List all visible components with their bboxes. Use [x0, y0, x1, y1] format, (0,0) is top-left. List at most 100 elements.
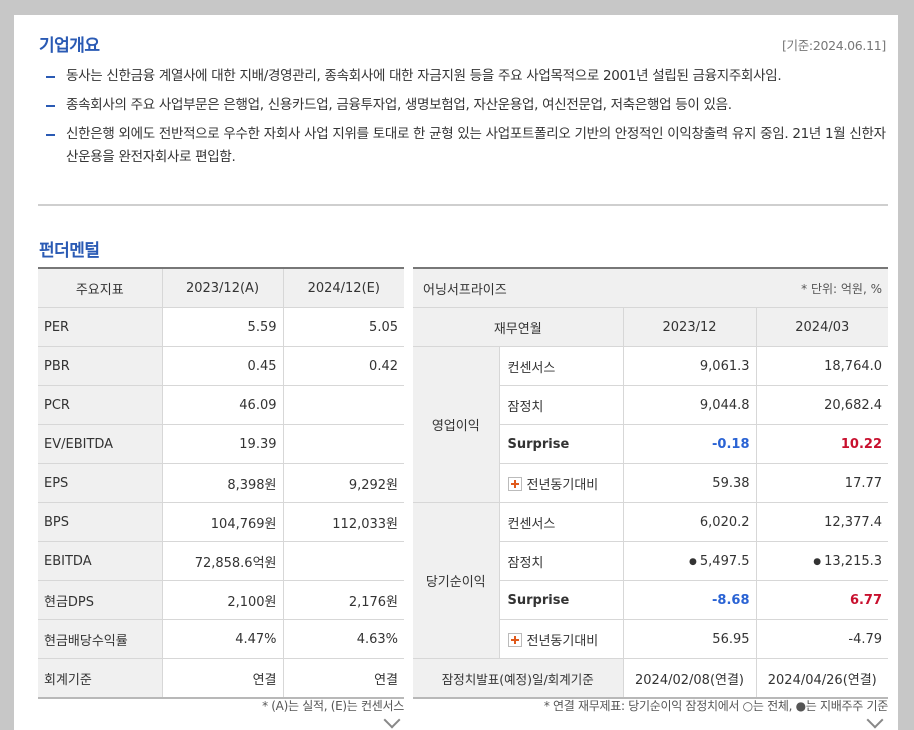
value-2023: 연결: [161, 658, 283, 699]
chevron-down-icon[interactable]: [866, 711, 884, 729]
col-header-period-2: 2024/03: [755, 307, 889, 347]
col-header-2024: 2024/12(E): [282, 268, 404, 308]
col-header-period: 재무연월: [413, 307, 624, 347]
value-period-2: 10.22: [755, 424, 889, 464]
overview-item-text: 종속회사의 주요 사업부문은 은행업, 신용카드업, 금융투자업, 생명보험업,…: [66, 97, 732, 113]
value-period-1: 59.38: [622, 463, 757, 503]
value-2023: 72,858.6억원: [161, 541, 283, 581]
dash-bullet-icon: [46, 134, 55, 136]
overview-list: 동사는 신한금융 계열사에 대한 지배/경영관리, 종속회사에 대한 자금지원 …: [46, 65, 886, 175]
dash-bullet-icon: [46, 76, 55, 78]
left-table-note: * (A)는 실적, (E)는 컨센서스: [262, 699, 404, 713]
col-header-period-1: 2023/12: [622, 307, 757, 347]
row-label: 잠정치: [498, 541, 624, 581]
value-2024: [282, 541, 404, 581]
value-2023: 46.09: [161, 385, 283, 425]
announce-date-1: 2024/02/08(연결): [622, 658, 757, 699]
table-row: BPS 104,769원 112,033원: [38, 502, 404, 542]
row-label: 잠정치: [498, 385, 624, 425]
row-label-text: 전년동기대비: [526, 633, 599, 649]
col-header-2023: 2023/12(A): [161, 268, 283, 308]
col-header-indicator: 주요지표: [38, 268, 162, 308]
table-row: 잠정치발표(예정)일/회계기준 2024/02/08(연결) 2024/04/26(…: [413, 658, 889, 699]
table-row: 당기순이익 컨센서스 6,020.2 12,377.4: [413, 502, 889, 659]
value-2023: 2,100원: [161, 580, 283, 620]
indicator-label: 현금DPS: [38, 580, 162, 620]
announce-date-2: 2024/04/26(연결): [755, 658, 889, 699]
table-header-row: 주요지표 2023/12(A) 2024/12(E): [38, 268, 404, 308]
expand-plus-icon[interactable]: [507, 476, 522, 491]
row-label[interactable]: 전년동기대비: [498, 619, 624, 659]
value-period-1: -8.68: [622, 580, 757, 620]
value-period-1: 9,044.8: [622, 385, 757, 425]
value-2024: 0.42: [282, 346, 404, 386]
value-period-2: 6.77: [755, 580, 889, 620]
indicator-label: PCR: [38, 385, 162, 425]
group-label: 당기순이익: [413, 502, 499, 659]
table-row: PER 5.59 5.05: [38, 307, 404, 347]
announce-date-label: 잠정치발표(예정)일/회계기준: [413, 658, 624, 699]
key-indicators-table: 주요지표 2023/12(A) 2024/12(E) PER 5.59 5.05 PB…: [38, 267, 404, 699]
overview-item-text: 동사는 신한금융 계열사에 대한 지배/경영관리, 종속회사에 대한 자금지원 …: [66, 68, 782, 84]
dash-bullet-icon: [46, 105, 55, 107]
row-label: Surprise: [498, 424, 624, 464]
value-period-1: -0.18: [622, 424, 757, 464]
value-2024: [282, 385, 404, 425]
table-row: 회계기준 연결 연결: [38, 658, 404, 699]
indicator-label: BPS: [38, 502, 162, 542]
company-panel: 기업개요 [기준:2024.06.11] 동사는 신한금융 계열사에 대한 지배…: [14, 15, 898, 730]
value-2023: 0.45: [161, 346, 283, 386]
indicator-label: 현금배당수익률: [38, 619, 162, 659]
table-title-row: 어닝서프라이즈 * 단위: 억원, %: [413, 268, 889, 308]
indicator-label: EBITDA: [38, 541, 162, 581]
value-text: 13,215.3: [824, 553, 883, 569]
indicator-label: EPS: [38, 463, 162, 503]
overview-title: 기업개요: [39, 36, 100, 56]
indicator-label: PBR: [38, 346, 162, 386]
value-period-1: 9,061.3: [622, 346, 757, 386]
row-label: 컨센서스: [498, 502, 624, 542]
row-label: Surprise: [498, 580, 624, 620]
overview-date: [기준:2024.06.11]: [781, 38, 886, 53]
value-2024: 5.05: [282, 307, 404, 347]
value-2023: 8,398원: [161, 463, 283, 503]
value-2023: 4.47%: [161, 619, 283, 659]
table-row: 영업이익 컨센서스 9,061.3 18,764.0: [413, 346, 889, 503]
value-2023: 19.39: [161, 424, 283, 464]
value-2024: 9,292원: [282, 463, 404, 503]
value-period-2: -4.79: [755, 619, 889, 659]
chevron-down-icon[interactable]: [383, 711, 401, 729]
value-2024: 2,176원: [282, 580, 404, 620]
row-label-text: 전년동기대비: [526, 477, 599, 493]
table-row: 현금DPS 2,100원 2,176원: [38, 580, 404, 620]
row-label[interactable]: 전년동기대비: [498, 463, 624, 503]
value-period-2: 12,377.4: [755, 502, 889, 542]
value-2024: 연결: [282, 658, 404, 699]
overview-item: 동사는 신한금융 계열사에 대한 지배/경영관리, 종속회사에 대한 자금지원 …: [46, 65, 886, 88]
divider: [38, 204, 888, 206]
table-row: 현금배당수익률 4.47% 4.63%: [38, 619, 404, 659]
value-period-2: ● 13,215.3: [755, 541, 889, 581]
value-2024: 4.63%: [282, 619, 404, 659]
overview-item-text: 신한은행 외에도 전반적으로 우수한 자회사 사업 지위를 토대로 한 균형 있…: [66, 126, 886, 165]
earnings-surprise-title: 어닝서프라이즈: [413, 268, 624, 308]
indicator-label: PER: [38, 307, 162, 347]
filled-circle-icon: ●: [813, 556, 822, 567]
indicator-label: EV/EBITDA: [38, 424, 162, 464]
table-row: PBR 0.45 0.42: [38, 346, 404, 386]
group-label: 영업이익: [413, 346, 499, 503]
fundamental-title: 펀더멘털: [39, 241, 100, 261]
table-row: PCR 46.09: [38, 385, 404, 425]
value-2023: 5.59: [161, 307, 283, 347]
table-row: EBITDA 72,858.6억원: [38, 541, 404, 581]
value-period-2: 20,682.4: [755, 385, 889, 425]
value-period-2: 18,764.0: [755, 346, 889, 386]
filled-circle-icon: ●: [689, 556, 697, 567]
value-period-1: 6,020.2: [622, 502, 757, 542]
value-text: 5,497.5: [699, 553, 750, 569]
value-2024: 112,033원: [282, 502, 404, 542]
row-label: 컨센서스: [498, 346, 624, 386]
expand-plus-icon[interactable]: [507, 632, 522, 647]
unit-label: * 단위: 억원, %: [623, 268, 889, 308]
value-2023: 104,769원: [161, 502, 283, 542]
